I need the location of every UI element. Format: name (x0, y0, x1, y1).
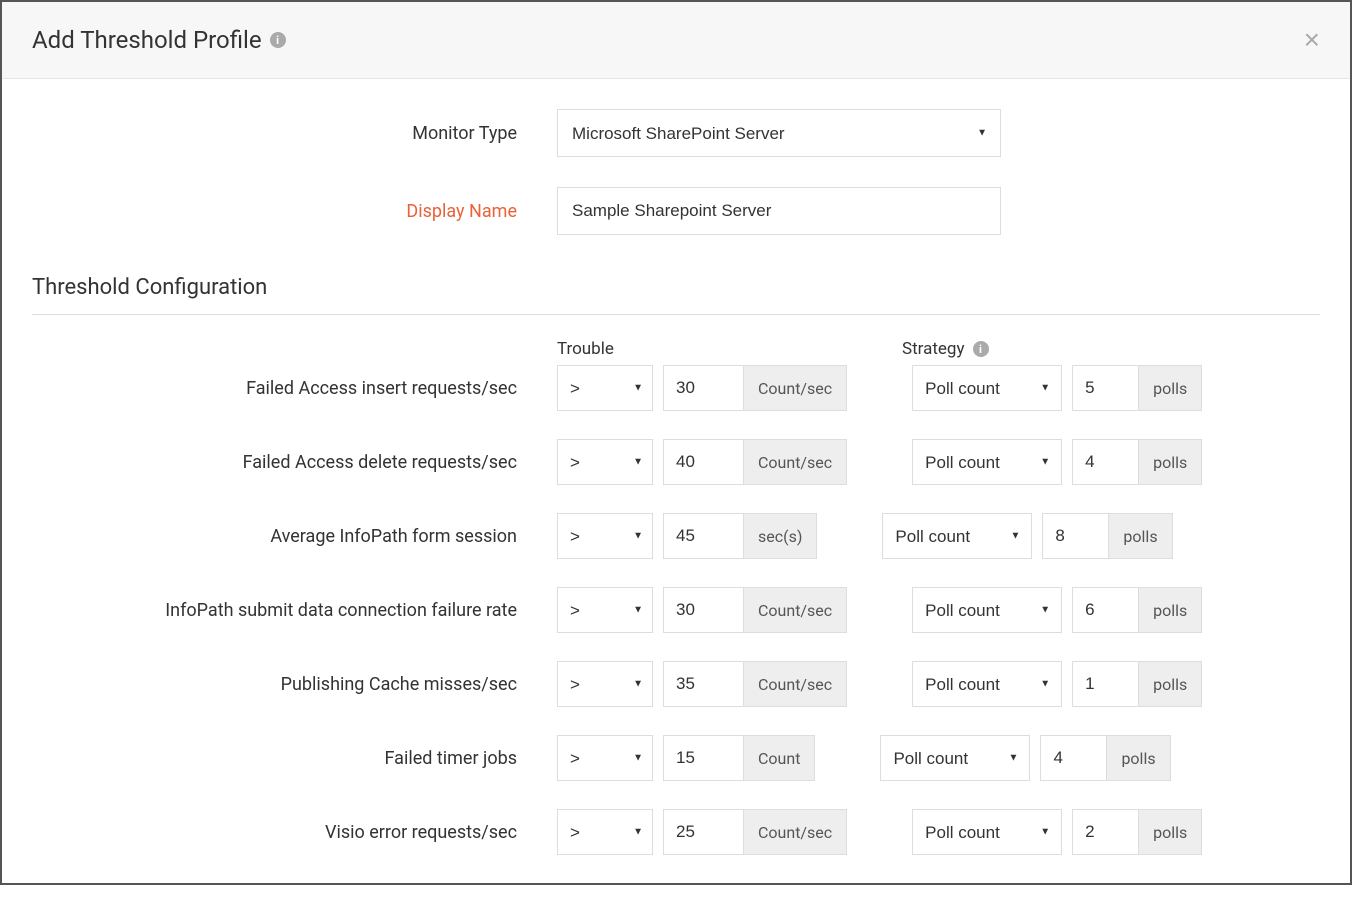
operator-select[interactable]: > (557, 513, 653, 559)
poll-count-input[interactable] (1040, 735, 1106, 781)
strategy-select-wrapper: Poll count (912, 809, 1062, 855)
threshold-row: Failed Access delete requests/sec> Count/… (32, 439, 1320, 485)
operator-select[interactable]: > (557, 587, 653, 633)
operator-select-wrapper: > (557, 809, 653, 855)
operator-select-wrapper: > (557, 587, 653, 633)
strategy-select-wrapper: Poll count (880, 735, 1030, 781)
display-name-input[interactable] (557, 187, 1001, 235)
threshold-unit: Count/sec (743, 809, 847, 855)
poll-unit: polls (1106, 735, 1170, 781)
operator-select-wrapper: > (557, 439, 653, 485)
poll-count-input[interactable] (1072, 365, 1138, 411)
operator-select-wrapper: > (557, 365, 653, 411)
strategy-header: Strategy i (902, 339, 989, 359)
modal-title: Add Threshold Profile i (32, 26, 286, 54)
close-button[interactable]: × (1304, 26, 1320, 54)
threshold-label: Publishing Cache misses/sec (32, 674, 557, 695)
poll-unit: polls (1138, 809, 1202, 855)
poll-unit: polls (1138, 439, 1202, 485)
threshold-value-input[interactable] (663, 661, 743, 707)
threshold-label: InfoPath submit data connection failure … (32, 600, 557, 621)
threshold-config-title: Threshold Configuration (32, 275, 1320, 315)
trouble-header: Trouble (557, 339, 902, 359)
threshold-unit: Count (743, 735, 815, 781)
display-name-label: Display Name (32, 201, 557, 222)
strategy-select-wrapper: Poll count (912, 661, 1062, 707)
threshold-value-input[interactable] (663, 513, 743, 559)
poll-count-input[interactable] (1072, 439, 1138, 485)
info-icon[interactable]: i (973, 341, 989, 357)
threshold-value-input[interactable] (663, 439, 743, 485)
strategy-select[interactable]: Poll count (912, 365, 1062, 411)
strategy-select[interactable]: Poll count (912, 587, 1062, 633)
modal-body: Monitor Type Microsoft SharePoint Server… (2, 79, 1350, 855)
threshold-value-input[interactable] (663, 587, 743, 633)
close-icon: × (1304, 24, 1320, 55)
operator-select[interactable]: > (557, 439, 653, 485)
operator-select[interactable]: > (557, 661, 653, 707)
strategy-select[interactable]: Poll count (912, 661, 1062, 707)
monitor-type-select[interactable]: Microsoft SharePoint Server (557, 109, 1001, 157)
modal-header: Add Threshold Profile i × (2, 2, 1350, 79)
threshold-label: Failed Access delete requests/sec (32, 452, 557, 473)
threshold-rows-container: Failed Access insert requests/sec>Count/… (32, 365, 1320, 855)
threshold-row: Failed Access insert requests/sec> Count/… (32, 365, 1320, 411)
threshold-unit: Count/sec (743, 439, 847, 485)
threshold-unit: Count/sec (743, 365, 847, 411)
operator-select-wrapper: > (557, 513, 653, 559)
strategy-select-wrapper: Poll count (912, 365, 1062, 411)
poll-count-input[interactable] (1042, 513, 1108, 559)
display-name-row: Display Name (32, 187, 1320, 235)
strategy-select[interactable]: Poll count (912, 439, 1062, 485)
threshold-label: Failed timer jobs (32, 748, 557, 769)
threshold-unit: Count/sec (743, 661, 847, 707)
threshold-unit: Count/sec (743, 587, 847, 633)
threshold-row: Visio error requests/sec> Count/sec Poll c… (32, 809, 1320, 855)
monitor-type-label: Monitor Type (32, 123, 557, 144)
poll-unit: polls (1108, 513, 1172, 559)
poll-unit: polls (1138, 587, 1202, 633)
threshold-row: InfoPath submit data connection failure … (32, 587, 1320, 633)
operator-select[interactable]: > (557, 809, 653, 855)
strategy-select-wrapper: Poll count (912, 439, 1062, 485)
threshold-label: Average InfoPath form session (32, 526, 557, 547)
monitor-type-select-wrapper: Microsoft SharePoint Server (557, 109, 1001, 157)
poll-unit: polls (1138, 661, 1202, 707)
strategy-select[interactable]: Poll count (882, 513, 1032, 559)
operator-select[interactable]: > (557, 365, 653, 411)
threshold-unit: sec(s) (743, 513, 817, 559)
threshold-label: Failed Access insert requests/sec (32, 378, 557, 399)
strategy-header-text: Strategy (902, 339, 965, 359)
threshold-row: Average InfoPath form session> sec(s) Poll… (32, 513, 1320, 559)
info-icon[interactable]: i (270, 32, 286, 48)
add-threshold-modal: Add Threshold Profile i × Monitor Type M… (0, 0, 1352, 885)
threshold-row: Publishing Cache misses/sec> Count/sec Pol… (32, 661, 1320, 707)
strategy-select[interactable]: Poll count (880, 735, 1030, 781)
poll-count-input[interactable] (1072, 661, 1138, 707)
monitor-type-row: Monitor Type Microsoft SharePoint Server (32, 109, 1320, 157)
threshold-row: Failed timer jobs> Count Poll count polls (32, 735, 1320, 781)
operator-select[interactable]: > (557, 735, 653, 781)
threshold-value-input[interactable] (663, 809, 743, 855)
threshold-value-input[interactable] (663, 365, 743, 411)
operator-select-wrapper: > (557, 735, 653, 781)
strategy-select-wrapper: Poll count (882, 513, 1032, 559)
modal-title-text: Add Threshold Profile (32, 26, 262, 54)
operator-select-wrapper: > (557, 661, 653, 707)
strategy-select[interactable]: Poll count (912, 809, 1062, 855)
threshold-label: Visio error requests/sec (32, 822, 557, 843)
poll-count-input[interactable] (1072, 809, 1138, 855)
strategy-select-wrapper: Poll count (912, 587, 1062, 633)
threshold-value-input[interactable] (663, 735, 743, 781)
poll-count-input[interactable] (1072, 587, 1138, 633)
threshold-header-row: Trouble Strategy i (32, 339, 1320, 359)
poll-unit: polls (1138, 365, 1202, 411)
